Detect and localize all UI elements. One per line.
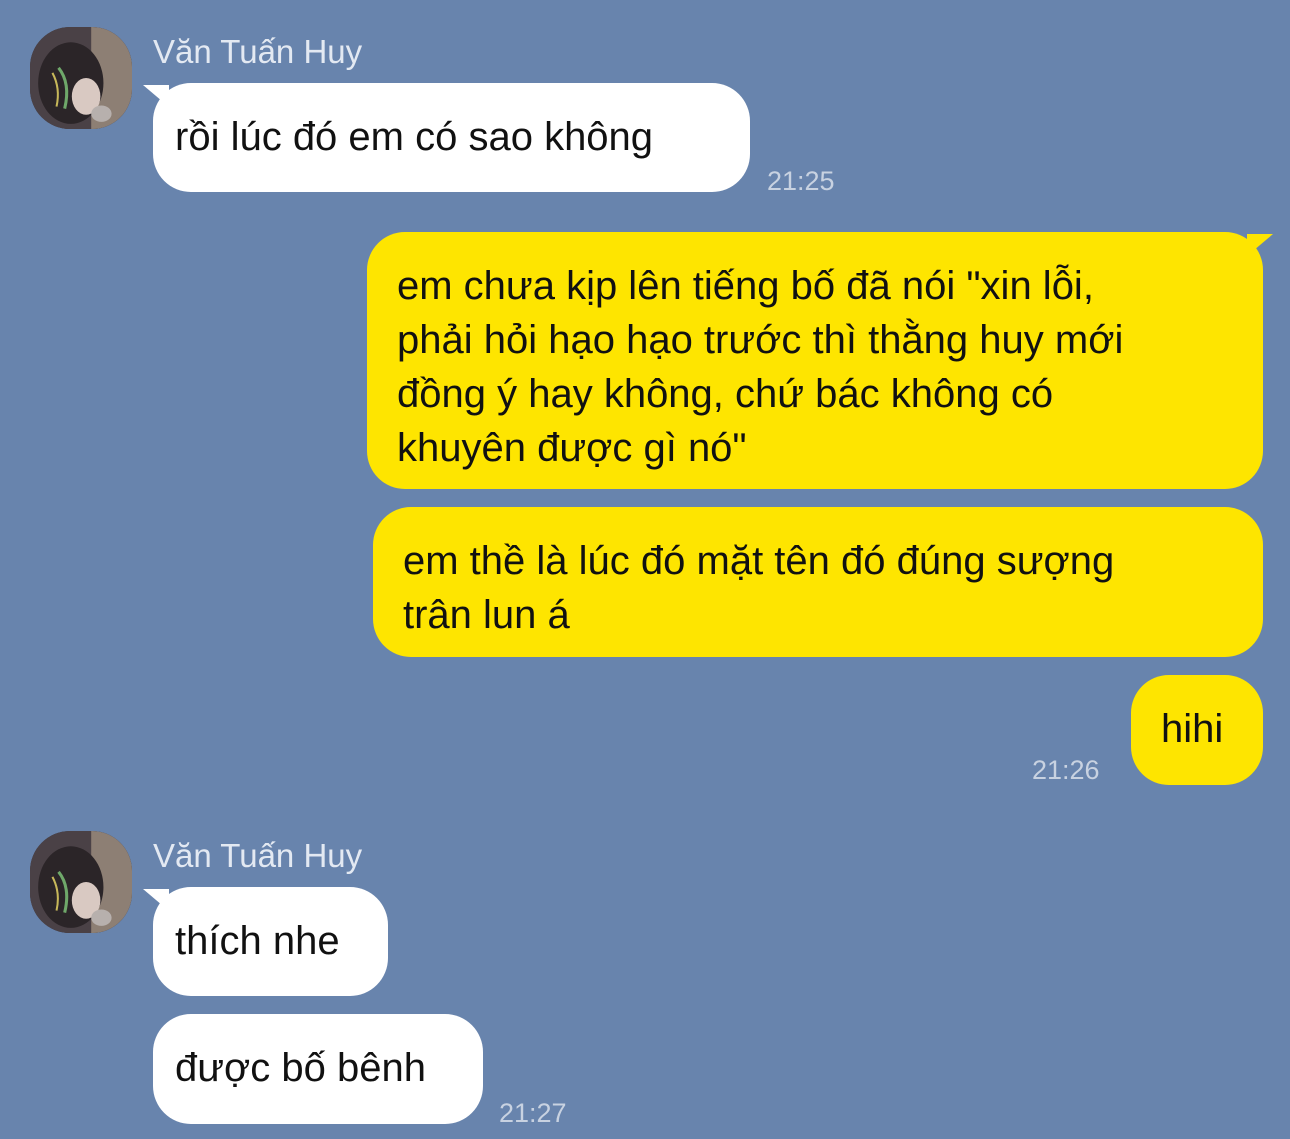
outgoing-message-bubble[interactable]: em chưa kịp lên tiếng bố đã nói "xin lỗi… xyxy=(367,232,1273,489)
incoming-message-bubble[interactable]: rồi lúc đó em có sao không xyxy=(143,83,750,192)
bubble-tail xyxy=(143,85,169,107)
contact-avatar-photo-icon xyxy=(30,831,132,933)
outgoing-message-bubble[interactable]: em thề là lúc đó mặt tên đó đúng sượng t… xyxy=(373,507,1263,657)
message-timestamp: 21:26 xyxy=(1032,755,1100,785)
bubble-tail xyxy=(1247,234,1273,256)
message-timestamp: 21:25 xyxy=(767,166,835,196)
contact-avatar[interactable] xyxy=(30,27,132,129)
message-timestamp: 21:27 xyxy=(499,1098,567,1128)
incoming-message-bubble[interactable]: thích nhe xyxy=(143,887,388,996)
message-text-line: khuyên được gì nó" xyxy=(397,426,747,470)
bubble-tail xyxy=(143,889,169,911)
message-text: hihi xyxy=(1161,707,1224,751)
message-text-line: đồng ý hay không, chứ bác không có xyxy=(397,372,1054,416)
sender-name: Văn Tuấn Huy xyxy=(153,33,363,70)
contact-avatar[interactable] xyxy=(30,831,132,933)
message-text: được bố bênh xyxy=(175,1046,426,1090)
message-text-line: phải hỏi hạo hạo trước thì thằng huy mới xyxy=(397,318,1124,362)
message-text-line: em chưa kịp lên tiếng bố đã nói "xin lỗi… xyxy=(397,264,1094,308)
message-text-line: em thề là lúc đó mặt tên đó đúng sượng xyxy=(403,539,1115,583)
message-text: rồi lúc đó em có sao không xyxy=(175,115,654,159)
contact-avatar-photo-icon xyxy=(30,27,132,129)
sender-name: Văn Tuấn Huy xyxy=(153,837,363,874)
chat-conversation[interactable]: Văn Tuấn Huy rồi lúc đó em có sao không … xyxy=(0,0,1290,1139)
outgoing-message-bubble[interactable]: hihi xyxy=(1131,675,1263,785)
incoming-message-bubble[interactable]: được bố bênh xyxy=(153,1014,483,1124)
message-text-line: trân lun á xyxy=(403,593,570,637)
message-text: thích nhe xyxy=(175,919,340,963)
